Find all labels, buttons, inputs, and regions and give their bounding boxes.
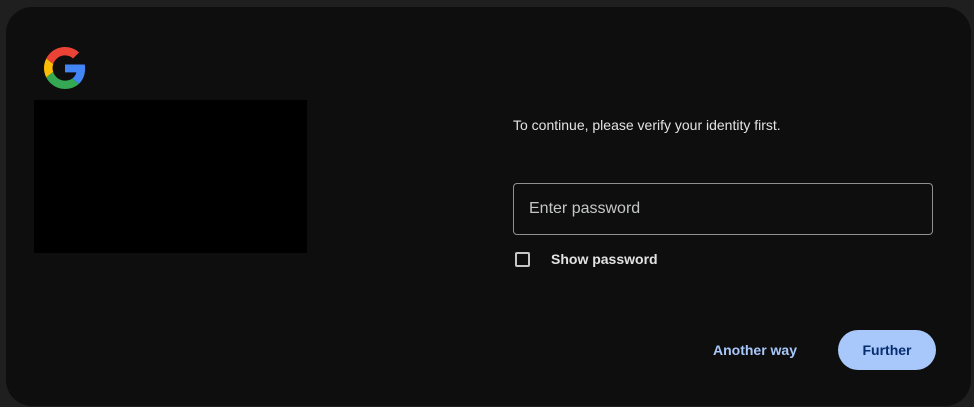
redacted-account-info — [34, 100, 307, 253]
google-logo-icon — [44, 47, 86, 89]
password-field[interactable] — [513, 183, 933, 235]
further-button[interactable]: Further — [838, 330, 936, 370]
another-way-button[interactable]: Another way — [699, 330, 811, 370]
checkbox-icon[interactable] — [515, 251, 530, 267]
password-input[interactable] — [514, 184, 932, 234]
show-password-checkbox[interactable]: Show password — [515, 250, 658, 268]
show-password-label: Show password — [551, 251, 658, 267]
verify-identity-card: To continue, please verify your identity… — [6, 7, 971, 406]
verify-prompt-text: To continue, please verify your identity… — [513, 117, 781, 133]
